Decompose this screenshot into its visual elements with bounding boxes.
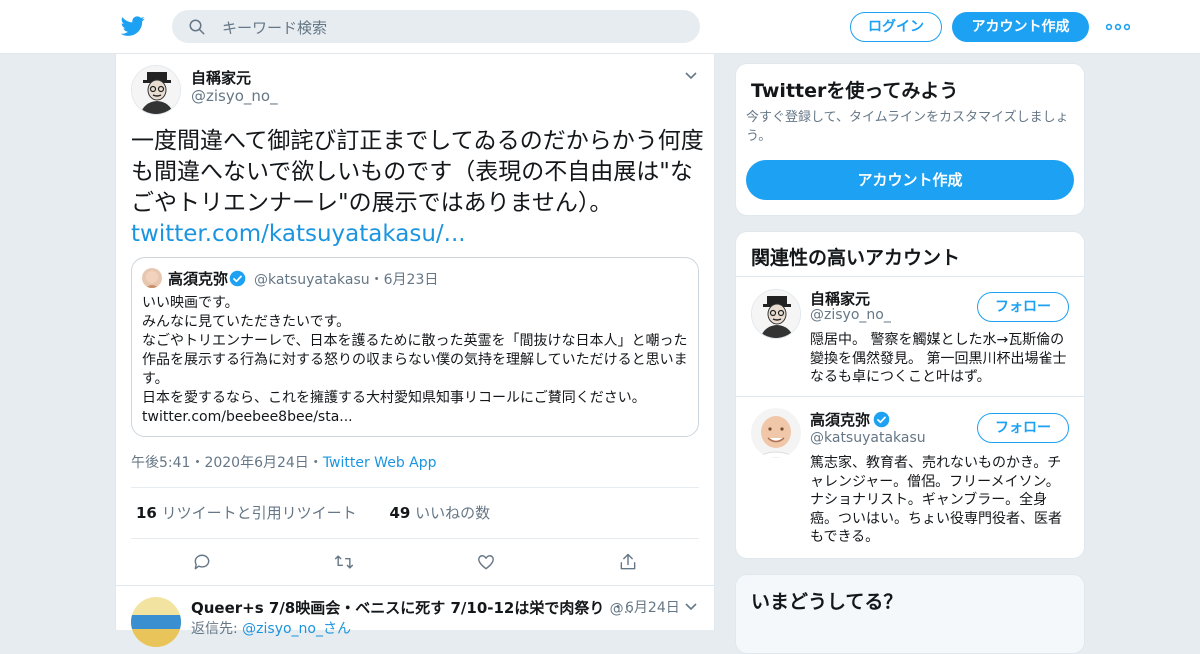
twitter-bird-icon[interactable] (120, 14, 146, 38)
author-avatar[interactable] (131, 65, 181, 115)
next-tweet-date[interactable]: ・6月24日 (611, 597, 680, 617)
quote-line: みんなに見ていただきたいです。 (142, 314, 351, 330)
retweet-stat[interactable]: 16 リツイートと引用リツイート (136, 504, 357, 522)
verified-icon (873, 411, 890, 428)
quote-handle: @katsuyatakasu (254, 272, 370, 288)
quote-author-name: 高須克弥 (168, 270, 229, 288)
chevron-down-icon[interactable] (684, 602, 698, 612)
related-accounts-title: 関連性の高いアカウント (751, 247, 961, 269)
follow-button[interactable]: フォロー (977, 413, 1069, 443)
quote-handle-date: @katsuyatakasu・6月23日 (254, 269, 438, 289)
follow-button[interactable]: フォロー (977, 292, 1069, 322)
like-count: 49 (389, 504, 411, 522)
next-tweet-reply-context: 返信先: @zisyo_no_さん (191, 618, 351, 638)
quote-link[interactable]: twitter.com/beebee8bee/sta... (142, 408, 690, 427)
share-icon[interactable] (617, 552, 639, 572)
account-bio: 篤志家、教育者、売れないものかき。チャレンジャー。僧侶。フリーメイソン。ナショナ… (810, 455, 1062, 545)
tweet-meta: 午後5:41・2020年6月24日・Twitter Web App (131, 452, 437, 472)
whats-happening-title: いまどうしてる？ (751, 591, 903, 613)
next-tweet-avatar[interactable] (131, 597, 181, 647)
login-button[interactable]: ログイン (850, 12, 942, 42)
account-bio: 隠居中。 警察を觸媒とした水→瓦斯倫の變換を偶然發見。 第一回黒川杯出場雀士なる… (810, 332, 1067, 385)
search-placeholder: キーワード検索 (222, 19, 328, 37)
quoted-tweet[interactable]: 高須克弥 @katsuyatakasu・6月23日 いい映画です。 みんなに見て… (131, 257, 699, 437)
signup-card-title: Twitterを使ってみよう (751, 80, 959, 102)
retweet-count: 16 (136, 504, 157, 522)
chevron-down-icon[interactable] (684, 71, 698, 81)
tweet-link[interactable]: twitter.com/katsuyatakasu/... (131, 219, 466, 250)
retweet-label: リツイートと引用リツイート (161, 504, 357, 522)
tweet-text: 一度間違へて御詫び訂正までしてゐるのだからかう何度も間違へないで欲しいものです（… (131, 128, 704, 216)
like-stat[interactable]: 49 いいねの数 (389, 504, 490, 522)
quote-line: なごやトリエンナーレで、日本を護るために散った英霊を「間抜けな日本人」と嘲った作… (142, 333, 688, 387)
account-avatar[interactable] (751, 289, 801, 339)
related-accounts-card: 関連性の高いアカウント 自稱家元 @zisyo_no_ フォロー 隠居中。 警察… (735, 231, 1085, 559)
author-name[interactable]: 自稱家元 (191, 67, 251, 88)
quote-line: いい映画です。 (142, 295, 239, 311)
like-icon[interactable] (475, 552, 497, 572)
divider (116, 585, 714, 586)
search-input[interactable]: キーワード検索 (172, 10, 700, 43)
search-icon (189, 19, 205, 35)
top-bar: キーワード検索 ログイン アカウント作成 (0, 0, 1200, 54)
account-handle[interactable]: @katsuyatakasu (810, 430, 926, 446)
whats-happening-card: いまどうしてる？ (735, 574, 1085, 654)
quote-line: 日本を愛するなら、これを擁護する大村愛知県知事リコールにご賛同ください。 (142, 390, 646, 406)
signup-card-button[interactable]: アカウント作成 (746, 160, 1074, 200)
signup-card: Twitterを使ってみよう 今すぐ登録して、タイムラインをカスタマイズしましょ… (735, 63, 1085, 216)
reply-to-link[interactable]: @zisyo_no_さん (242, 621, 351, 637)
account-avatar[interactable] (751, 408, 801, 458)
divider (736, 276, 1084, 277)
reply-prefix: 返信先: (191, 621, 243, 637)
quote-date: ・6月23日 (369, 272, 439, 288)
tweet-time[interactable]: 午後5:41 (131, 455, 190, 471)
signup-button[interactable]: アカウント作成 (952, 12, 1089, 42)
account-name[interactable]: 自稱家元 (810, 288, 870, 309)
next-tweet-author: Queer+s 7/8映画会・ベニスに死す 7/10-12は栄で肉祭り @.. (191, 597, 633, 618)
tweet-detail: 自稱家元 @zisyo_no_ 一度間違へて御詫び訂正までしてゐるのだからかう何… (115, 54, 715, 647)
account-name[interactable]: 高須克弥 (810, 409, 870, 430)
divider (131, 538, 699, 539)
tweet-source[interactable]: Twitter Web App (323, 455, 437, 471)
more-icon[interactable] (1106, 23, 1130, 31)
divider (131, 487, 699, 488)
like-label: いいねの数 (415, 504, 491, 522)
tweet-stats: 16 リツイートと引用リツイート 49 いいねの数 (136, 502, 490, 523)
author-handle[interactable]: @zisyo_no_ (191, 87, 278, 105)
next-tweet-name[interactable]: Queer+s 7/8映画会・ベニスに死す 7/10-12は栄で肉祭り (191, 599, 604, 617)
divider (736, 396, 1084, 397)
retweet-icon[interactable] (333, 552, 355, 572)
reply-icon[interactable] (191, 552, 213, 572)
tweet-date[interactable]: ・2020年6月24日・ (190, 455, 322, 471)
quote-avatar (142, 268, 162, 288)
signup-card-subtitle: 今すぐ登録して、タイムラインをカスタマイズしましょう。 (746, 110, 1069, 144)
account-handle[interactable]: @zisyo_no_ (810, 307, 891, 323)
quote-body: いい映画です。 みんなに見ていただきたいです。 なごやトリエンナーレで、日本を護… (142, 294, 690, 427)
verified-icon (229, 270, 246, 287)
